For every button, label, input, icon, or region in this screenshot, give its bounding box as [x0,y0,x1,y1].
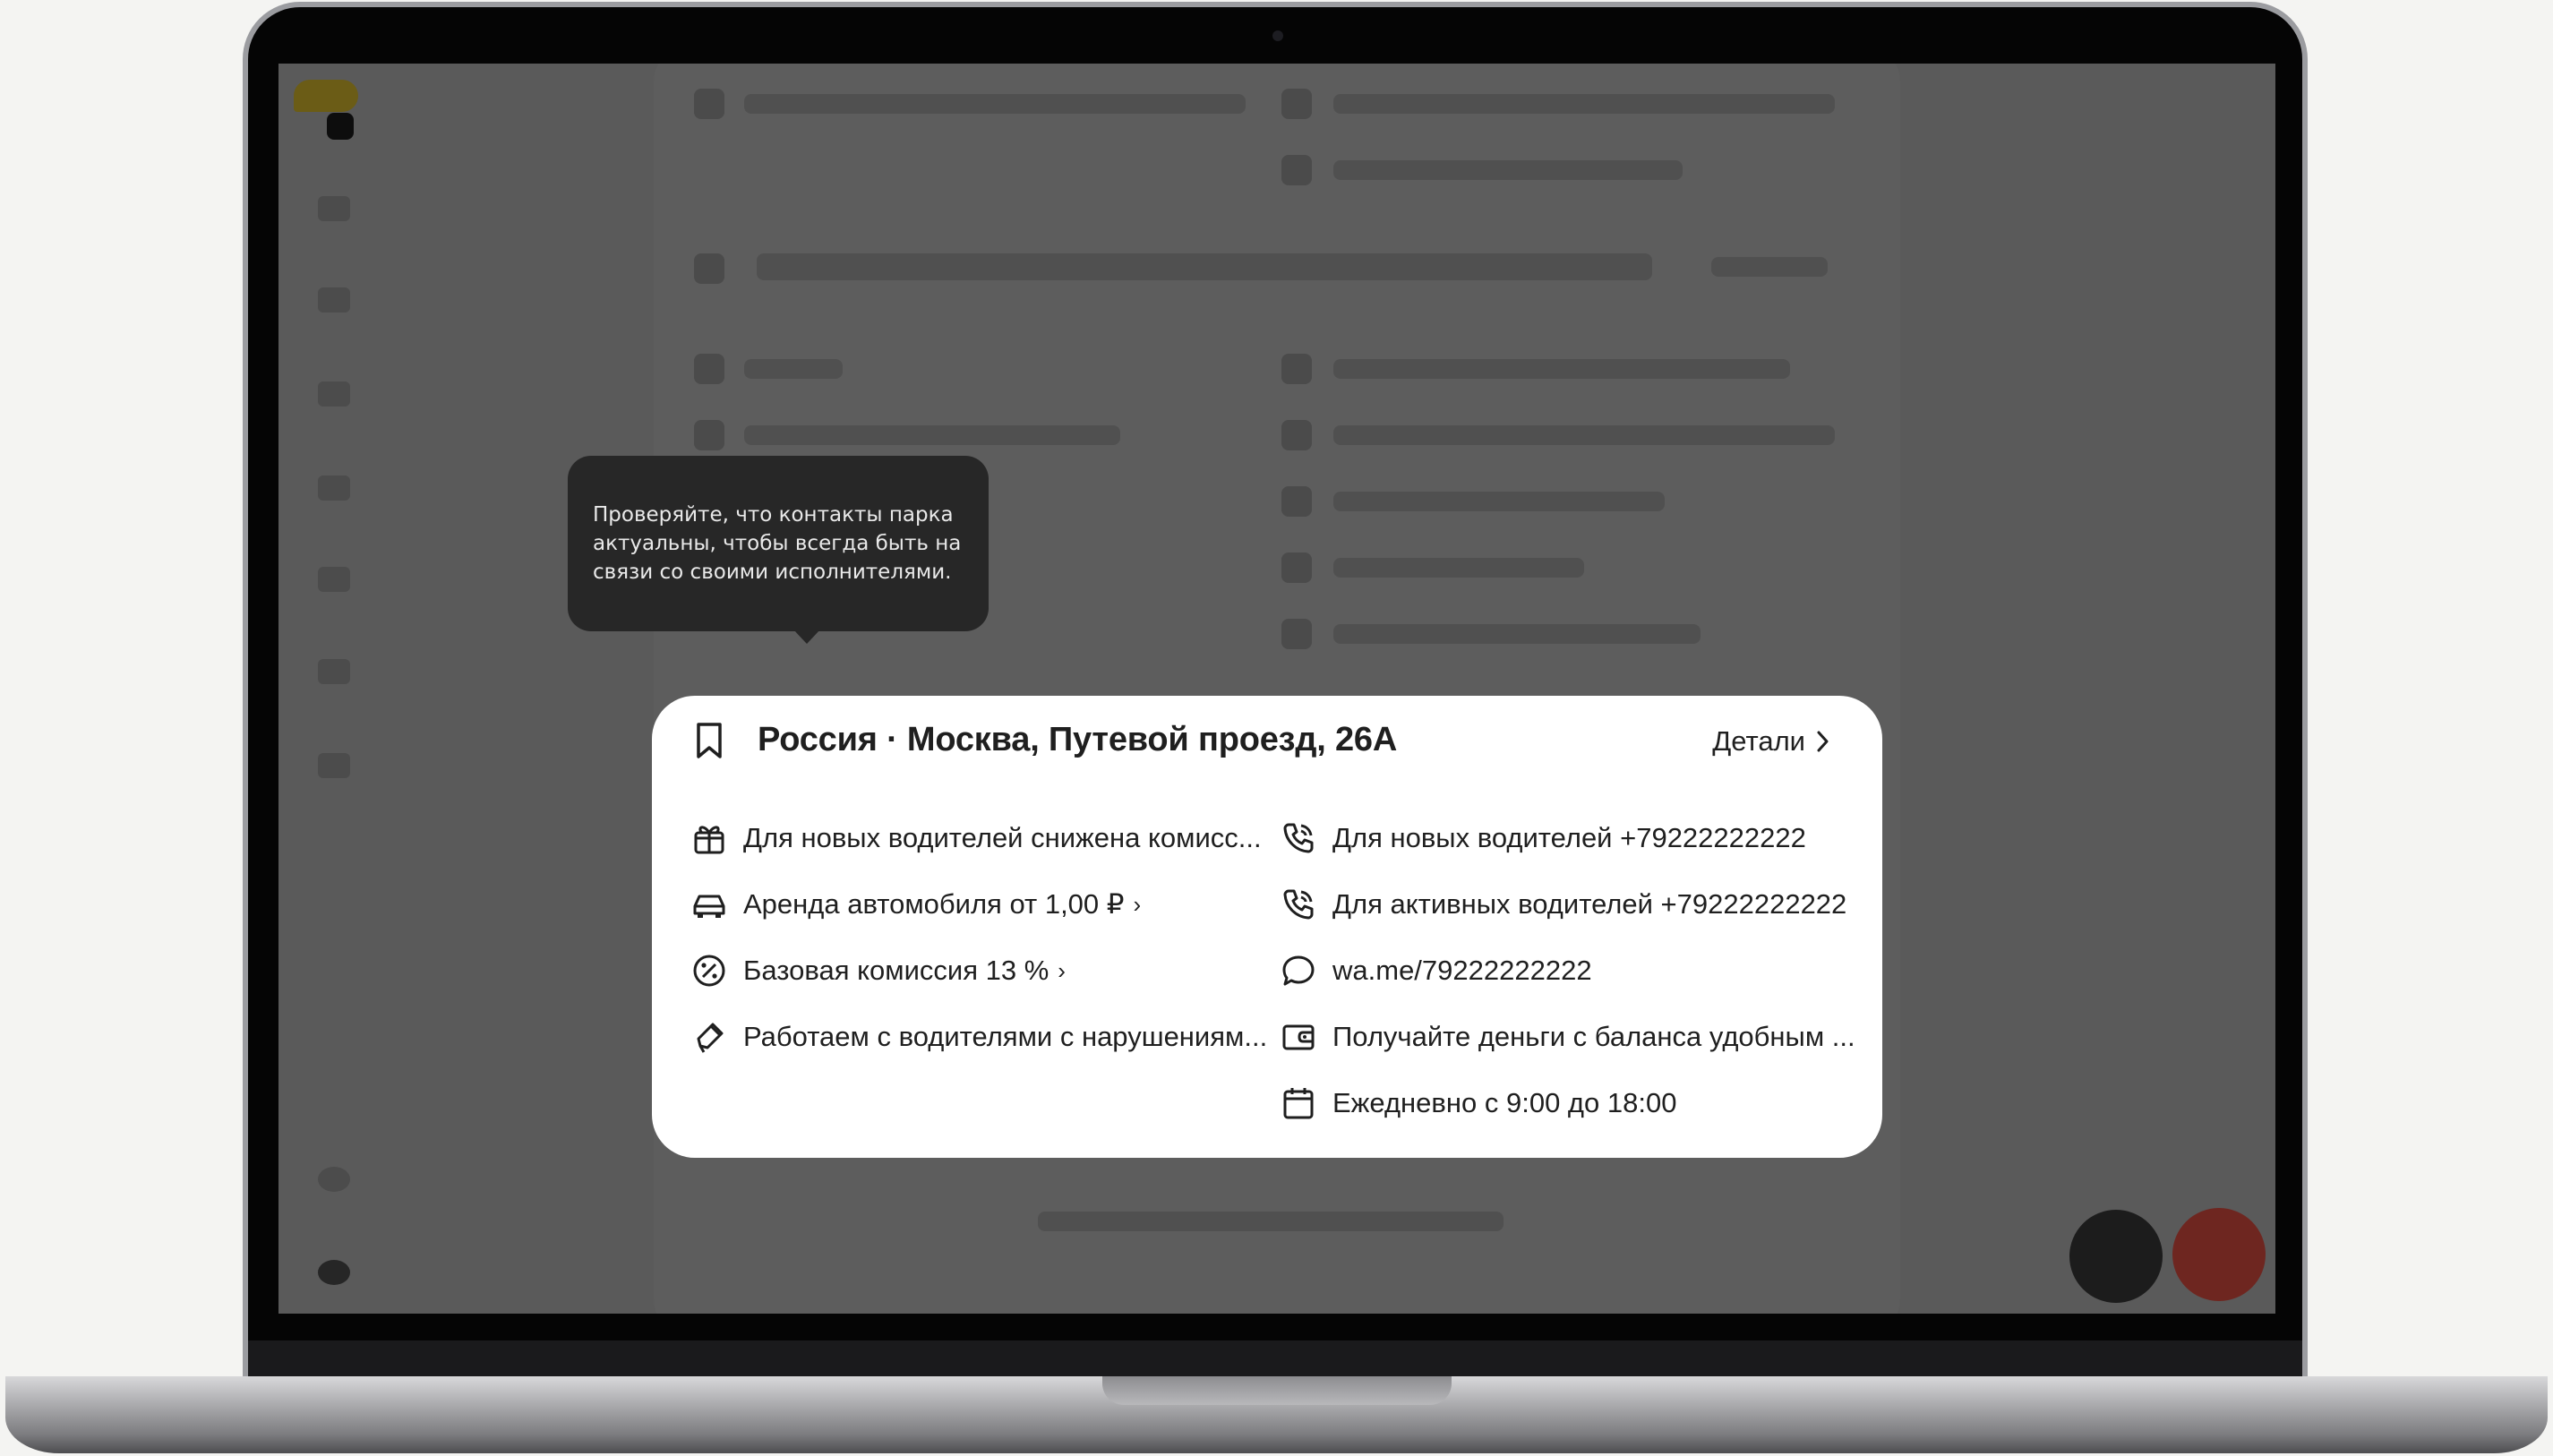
info-row-text: Работаем с водителями с нарушениям... [743,1021,1268,1052]
percent-icon [691,953,727,989]
background-icon [1281,155,1312,185]
background-row [1038,1212,1504,1231]
tooltip-text: актуальны, чтобы всегда быть на [593,532,962,555]
info-row-base-commission[interactable]: Базовая комиссия 13 % › [691,950,1066,991]
office-address-title: Россия · Москва, Путевой проезд, 26А [758,721,1398,758]
info-row-text: Базовая комиссия 13 % [743,955,1049,986]
chat-fab[interactable] [2069,1210,2163,1303]
logo [294,80,358,112]
contact-row-text: wa.me/79222222222 [1332,955,1592,986]
info-row-text: Для новых водителей снижена комисс... [743,822,1262,853]
background-row [1333,425,1835,445]
phone-icon [1281,820,1316,856]
pen-icon [691,1019,727,1055]
background-icon [694,89,724,119]
contact-row-new-drivers[interactable]: Для новых водителей +79222222222 [1281,818,1806,859]
tooltip-arrow [793,630,820,644]
background-row [1333,359,1790,379]
info-row-car-rental[interactable]: Аренда автомобиля от 1,00 ₽ › [691,884,1141,925]
phone-icon [1281,886,1316,922]
chevron-right-icon: › [1058,956,1066,984]
background-row [757,253,1652,280]
background-icon [694,420,724,450]
contact-row-text: Для новых водителей +79222222222 [1332,822,1806,853]
background-row [744,94,1246,114]
background-icon [694,253,724,284]
details-link[interactable]: Детали [1712,721,1830,762]
contact-row-text: Для активных водителей +79222222222 [1332,888,1847,920]
park-office-card: Россия · Москва, Путевой проезд, 26А Дет… [652,696,1882,1158]
background-row [1333,558,1584,578]
chat-icon [1281,953,1316,989]
chevron-right-icon [1817,731,1829,752]
background-row [1333,160,1683,180]
background-icon [1281,486,1312,517]
gift-icon [691,820,727,856]
contact-row-text: Получайте деньги с баланса удобным ... [1332,1021,1855,1052]
background-row [1333,624,1701,644]
sidebar-item-icon[interactable] [318,475,350,501]
avatar[interactable] [318,1260,350,1285]
onboarding-tooltip: Проверяйте, что контакты парка актуальны… [568,456,989,631]
laptop-notch [1102,1376,1452,1405]
settings-icon[interactable] [318,1167,350,1192]
info-row-commission-discount[interactable]: Для новых водителей снижена комисс... [691,818,1262,859]
wallet-icon [1281,1019,1316,1055]
background-icon [1281,420,1312,450]
sidebar-item-icon[interactable] [318,659,350,684]
calendar-icon [1281,1085,1316,1121]
contact-row-whatsapp[interactable]: wa.me/79222222222 [1281,950,1592,991]
background-icon [1281,619,1312,649]
sidebar-item-icon[interactable] [318,287,350,313]
info-row-text: Аренда автомобиля от 1,00 ₽ [743,888,1125,920]
background-row [1333,492,1665,511]
bookmark-icon [691,721,727,760]
background-row [744,359,843,379]
laptop-lid-bottom [248,1340,2302,1376]
contact-row-payouts[interactable]: Получайте деньги с баланса удобным ... [1281,1016,1855,1058]
background-icon [1281,354,1312,384]
background-row [1711,257,1828,277]
logo-mark [327,113,354,140]
sidebar-item-icon[interactable] [318,567,350,592]
tooltip-text: связи со своими исполнителями. [593,561,952,584]
background-row [1333,94,1835,114]
contact-row-active-drivers[interactable]: Для активных водителей +79222222222 [1281,884,1846,925]
chevron-right-icon: › [1133,890,1142,918]
sidebar-item-icon[interactable] [318,196,350,221]
background-icon [1281,552,1312,583]
info-row-violations[interactable]: Работаем с водителями с нарушениям... [691,1016,1267,1058]
contact-row-text: Ежедневно с 9:00 до 18:00 [1332,1087,1677,1118]
notification-fab[interactable] [2172,1208,2266,1301]
sidebar-item-icon[interactable] [318,381,350,407]
background-icon [694,354,724,384]
contact-row-schedule[interactable]: Ежедневно с 9:00 до 18:00 [1281,1083,1676,1124]
background-icon [1281,89,1312,119]
camera-icon [1272,30,1283,41]
sidebar-item-icon[interactable] [318,753,350,778]
car-icon [691,886,727,922]
background-row [744,425,1120,445]
details-label: Детали [1712,725,1805,757]
tooltip-text: Проверяйте, что контакты парка [593,503,954,527]
